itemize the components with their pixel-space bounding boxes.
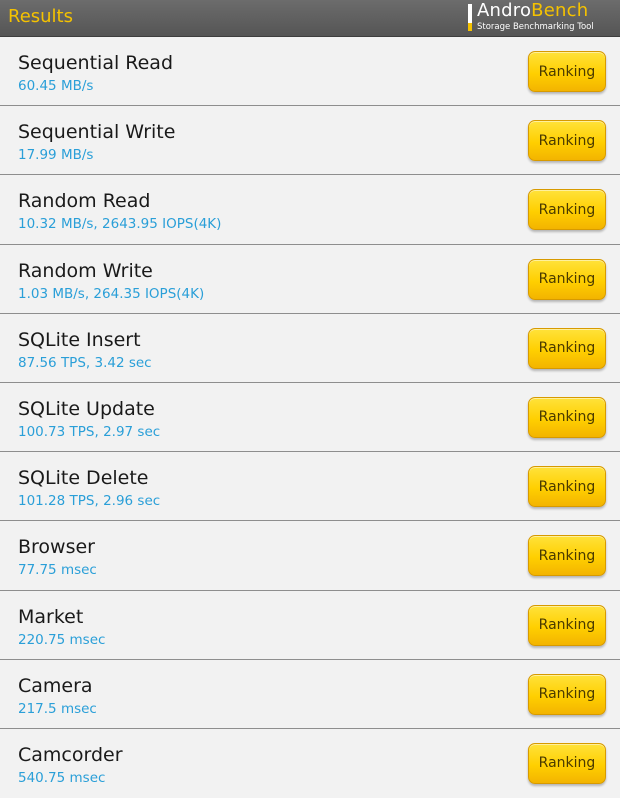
result-value: 10.32 MB/s, 2643.95 IOPS(4K) (18, 216, 222, 233)
result-value: 101.28 TPS, 2.96 sec (18, 493, 161, 510)
logo-name: AndroBench (477, 1, 588, 21)
result-value: 540.75 msec (18, 769, 106, 786)
result-row-market: Market 220.75 msec Ranking (0, 591, 620, 660)
results-list: Sequential Read 60.45 MB/s Ranking Seque… (0, 37, 620, 798)
result-value: 100.73 TPS, 2.97 sec (18, 423, 161, 440)
result-value: 217.5 msec (18, 700, 97, 717)
result-row-random-write: Random Write 1.03 MB/s, 264.35 IOPS(4K) … (0, 245, 620, 314)
result-title: Camera (18, 674, 93, 697)
result-value: 1.03 MB/s, 264.35 IOPS(4K) (18, 285, 205, 302)
logo-name-part1: Andro (477, 0, 532, 21)
ranking-button[interactable]: Ranking (528, 604, 606, 646)
ranking-button[interactable]: Ranking (528, 535, 606, 577)
result-value: 60.45 MB/s (18, 78, 94, 94)
result-row-sequential-write: Sequential Write 17.99 MB/s Ranking (0, 106, 620, 176)
result-value: 220.75 msec (18, 631, 106, 648)
result-title: Sequential Read (18, 52, 174, 74)
result-title: Random Write (18, 259, 153, 282)
ranking-button[interactable]: Ranking (528, 258, 606, 300)
ranking-button[interactable]: Ranking (528, 396, 606, 438)
title-bar: Results AndroBench Storage Benchmarking … (0, 0, 620, 37)
ranking-button[interactable]: Ranking (528, 189, 606, 231)
ranking-button[interactable]: Ranking (528, 742, 606, 784)
result-row-sqlite-insert: SQLite Insert 87.56 TPS, 3.42 sec Rankin… (0, 314, 620, 383)
result-title: Browser (18, 536, 95, 559)
logo-bar-icon (468, 4, 472, 31)
result-value: 17.99 MB/s (18, 147, 94, 164)
result-value: 87.56 TPS, 3.42 sec (18, 354, 152, 371)
logo-name-part2: Bench (531, 0, 589, 21)
result-row-camcorder: Camcorder 540.75 msec Ranking (0, 729, 620, 798)
result-row-camera: Camera 217.5 msec Ranking (0, 660, 620, 729)
ranking-button[interactable]: Ranking (528, 673, 606, 715)
result-row-browser: Browser 77.75 msec Ranking (0, 521, 620, 591)
result-row-sqlite-delete: SQLite Delete 101.28 TPS, 2.96 sec Ranki… (0, 452, 620, 522)
logo-subtitle: Storage Benchmarking Tool (477, 22, 594, 32)
result-title: Sequential Write (18, 121, 176, 144)
ranking-button[interactable]: Ranking (528, 120, 606, 162)
result-title: SQLite Insert (18, 328, 141, 351)
ranking-button[interactable]: Ranking (528, 51, 606, 92)
result-row-random-read: Random Read 10.32 MB/s, 2643.95 IOPS(4K)… (0, 175, 620, 245)
page-title: Results (8, 6, 73, 27)
result-title: Random Read (18, 190, 151, 213)
result-row-sequential-read: Sequential Read 60.45 MB/s Ranking (0, 37, 620, 107)
androbench-logo: AndroBench Storage Benchmarking Tool (468, 1, 612, 35)
result-title: SQLite Update (18, 397, 155, 420)
ranking-button[interactable]: Ranking (528, 327, 606, 369)
ranking-button[interactable]: Ranking (528, 466, 606, 508)
result-title: Market (18, 605, 84, 628)
result-title: SQLite Delete (18, 467, 149, 490)
result-value: 77.75 msec (18, 562, 97, 579)
result-row-sqlite-update: SQLite Update 100.73 TPS, 2.97 sec Ranki… (0, 383, 620, 453)
result-title: Camcorder (18, 743, 123, 766)
